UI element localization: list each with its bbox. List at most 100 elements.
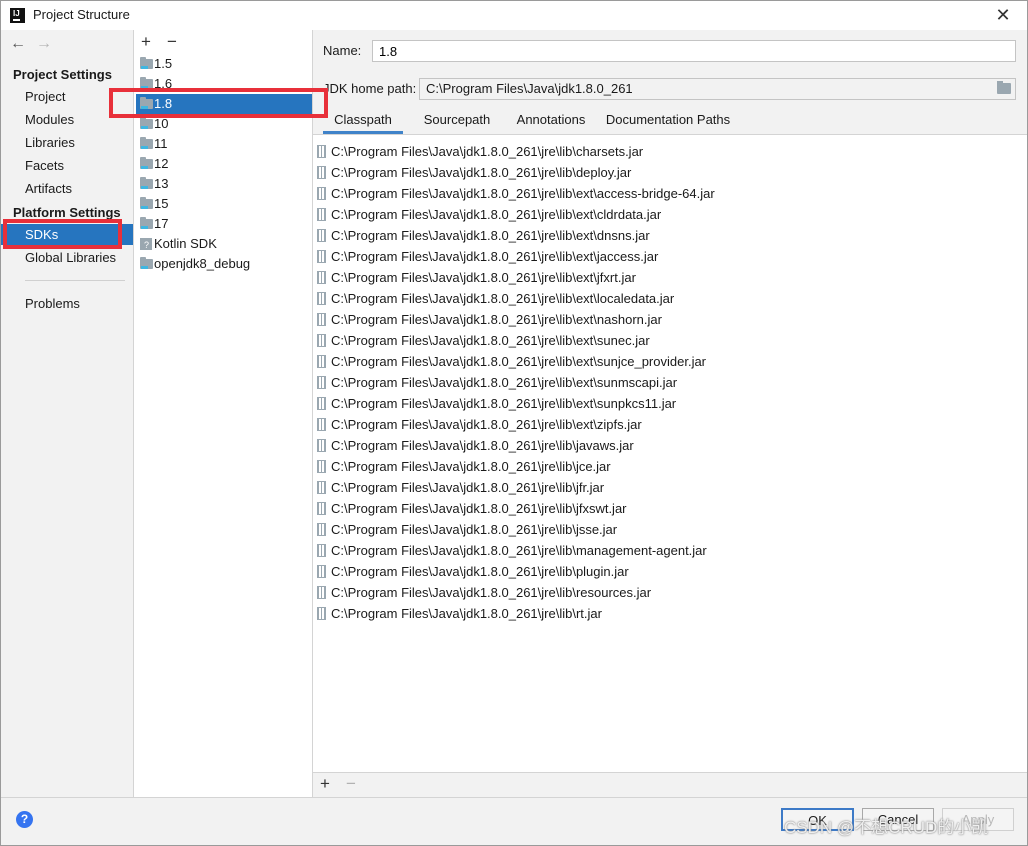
- sdk-item[interactable]: 15: [136, 194, 312, 214]
- jar-file-icon: [317, 418, 326, 431]
- jdk-folder-icon: [140, 117, 153, 129]
- classpath-path: C:\Program Files\Java\jdk1.8.0_261\jre\l…: [331, 438, 634, 453]
- classpath-item[interactable]: C:\Program Files\Java\jdk1.8.0_261\jre\l…: [313, 351, 1027, 372]
- classpath-path: C:\Program Files\Java\jdk1.8.0_261\jre\l…: [331, 312, 662, 327]
- sdk-item[interactable]: 12: [136, 154, 312, 174]
- classpath-item[interactable]: C:\Program Files\Java\jdk1.8.0_261\jre\l…: [313, 309, 1027, 330]
- classpath-path: C:\Program Files\Java\jdk1.8.0_261\jre\l…: [331, 459, 611, 474]
- classpath-item[interactable]: C:\Program Files\Java\jdk1.8.0_261\jre\l…: [313, 288, 1027, 309]
- classpath-path: C:\Program Files\Java\jdk1.8.0_261\jre\l…: [331, 606, 602, 621]
- remove-sdk-button[interactable]: −: [167, 32, 193, 52]
- classpath-path: C:\Program Files\Java\jdk1.8.0_261\jre\l…: [331, 375, 678, 390]
- intellij-logo-icon: IJ: [10, 8, 25, 23]
- classpath-item[interactable]: C:\Program Files\Java\jdk1.8.0_261\jre\l…: [313, 246, 1027, 267]
- help-icon[interactable]: ?: [16, 811, 33, 828]
- classpath-toolbar: + −: [313, 772, 1027, 797]
- sidebar-divider: [25, 280, 125, 281]
- classpath-item[interactable]: C:\Program Files\Java\jdk1.8.0_261\jre\l…: [313, 456, 1027, 477]
- close-icon[interactable]: ✕: [994, 5, 1012, 25]
- sdk-item[interactable]: Kotlin SDK: [136, 234, 312, 255]
- jar-file-icon: [317, 145, 326, 158]
- jar-file-icon: [317, 544, 326, 557]
- classpath-item[interactable]: C:\Program Files\Java\jdk1.8.0_261\jre\l…: [313, 372, 1027, 393]
- classpath-item[interactable]: C:\Program Files\Java\jdk1.8.0_261\jre\l…: [313, 519, 1027, 540]
- add-sdk-button[interactable]: +: [141, 32, 167, 52]
- classpath-item[interactable]: C:\Program Files\Java\jdk1.8.0_261\jre\l…: [313, 225, 1027, 246]
- tab-sourcepath[interactable]: Sourcepath: [410, 108, 504, 134]
- sdk-item-label: 10: [154, 116, 169, 131]
- classpath-path: C:\Program Files\Java\jdk1.8.0_261\jre\l…: [331, 165, 632, 180]
- jdk-folder-icon: [140, 257, 153, 269]
- back-arrow-icon[interactable]: ←: [10, 35, 36, 53]
- jar-file-icon: [317, 376, 326, 389]
- sidebar-item-modules[interactable]: Modules: [1, 109, 133, 130]
- jar-file-icon: [317, 187, 326, 200]
- remove-classpath-button[interactable]: −: [346, 774, 356, 794]
- sdk-item[interactable]: 1.5: [136, 54, 312, 74]
- settings-sidebar: ← → Project Settings Project Modules Libr…: [1, 30, 133, 797]
- sidebar-item-sdks[interactable]: SDKs: [1, 224, 133, 245]
- nav-arrows: ← →: [10, 35, 62, 53]
- classpath-item[interactable]: C:\Program Files\Java\jdk1.8.0_261\jre\l…: [313, 183, 1027, 204]
- classpath-path: C:\Program Files\Java\jdk1.8.0_261\jre\l…: [331, 228, 650, 243]
- watermark: CSDN @不想CRUD的小凯: [784, 818, 989, 837]
- platform-settings-header: Platform Settings: [13, 205, 121, 220]
- jar-file-icon: [317, 313, 326, 326]
- jdk-folder-icon: [140, 57, 153, 69]
- classpath-path: C:\Program Files\Java\jdk1.8.0_261\jre\l…: [331, 480, 605, 495]
- classpath-path: C:\Program Files\Java\jdk1.8.0_261\jre\l…: [331, 585, 652, 600]
- classpath-item[interactable]: C:\Program Files\Java\jdk1.8.0_261\jre\l…: [313, 435, 1027, 456]
- classpath-item[interactable]: C:\Program Files\Java\jdk1.8.0_261\jre\l…: [313, 582, 1027, 603]
- jar-file-icon: [317, 523, 326, 536]
- classpath-item[interactable]: C:\Program Files\Java\jdk1.8.0_261\jre\l…: [313, 267, 1027, 288]
- classpath-path: C:\Program Files\Java\jdk1.8.0_261\jre\l…: [331, 291, 675, 306]
- sidebar-item-project[interactable]: Project: [1, 86, 133, 107]
- sidebar-item-libraries[interactable]: Libraries: [1, 132, 133, 153]
- classpath-item[interactable]: C:\Program Files\Java\jdk1.8.0_261\jre\l…: [313, 603, 1027, 624]
- classpath-path: C:\Program Files\Java\jdk1.8.0_261\jre\l…: [331, 396, 677, 411]
- classpath-list: C:\Program Files\Java\jdk1.8.0_261\jre\l…: [313, 135, 1027, 772]
- classpath-path: C:\Program Files\Java\jdk1.8.0_261\jre\l…: [331, 333, 650, 348]
- sidebar-item-facets[interactable]: Facets: [1, 155, 133, 176]
- classpath-item[interactable]: C:\Program Files\Java\jdk1.8.0_261\jre\l…: [313, 561, 1027, 582]
- classpath-item[interactable]: C:\Program Files\Java\jdk1.8.0_261\jre\l…: [313, 204, 1027, 225]
- sdk-item[interactable]: 10: [136, 114, 312, 134]
- sdk-item-selected[interactable]: 1.8: [136, 94, 312, 114]
- classpath-item[interactable]: C:\Program Files\Java\jdk1.8.0_261\jre\l…: [313, 141, 1027, 162]
- add-classpath-button[interactable]: +: [320, 774, 330, 794]
- classpath-path: C:\Program Files\Java\jdk1.8.0_261\jre\l…: [331, 417, 642, 432]
- jar-file-icon: [317, 439, 326, 452]
- tab-documentation-paths[interactable]: Documentation Paths: [599, 108, 737, 134]
- sidebar-item-problems[interactable]: Problems: [1, 293, 133, 314]
- jdk-folder-icon: [140, 157, 153, 169]
- forward-arrow-icon[interactable]: →: [36, 35, 62, 53]
- sidebar-item-artifacts[interactable]: Artifacts: [1, 178, 133, 199]
- sdk-item[interactable]: openjdk8_debug: [136, 254, 312, 274]
- jdk-home-path-value: C:\Program Files\Java\jdk1.8.0_261: [426, 81, 633, 96]
- jar-file-icon: [317, 250, 326, 263]
- sidebar-item-global-libraries[interactable]: Global Libraries: [1, 247, 133, 268]
- classpath-path: C:\Program Files\Java\jdk1.8.0_261\jre\l…: [331, 186, 715, 201]
- browse-folder-icon[interactable]: [997, 81, 1011, 94]
- sdk-item[interactable]: 13: [136, 174, 312, 194]
- classpath-item[interactable]: C:\Program Files\Java\jdk1.8.0_261\jre\l…: [313, 330, 1027, 351]
- sdk-name-input[interactable]: [372, 40, 1016, 62]
- tab-annotations[interactable]: Annotations: [505, 108, 597, 134]
- sdk-item[interactable]: 1.6: [136, 74, 312, 94]
- sdk-item-label: 1.6: [154, 76, 173, 91]
- classpath-item[interactable]: C:\Program Files\Java\jdk1.8.0_261\jre\l…: [313, 393, 1027, 414]
- tab-classpath[interactable]: Classpath: [323, 108, 403, 134]
- classpath-item[interactable]: C:\Program Files\Java\jdk1.8.0_261\jre\l…: [313, 540, 1027, 561]
- jdk-folder-icon: [140, 197, 153, 209]
- classpath-item[interactable]: C:\Program Files\Java\jdk1.8.0_261\jre\l…: [313, 498, 1027, 519]
- sdk-item-label: 17: [154, 216, 169, 231]
- classpath-item[interactable]: C:\Program Files\Java\jdk1.8.0_261\jre\l…: [313, 477, 1027, 498]
- jar-file-icon: [317, 166, 326, 179]
- jar-file-icon: [317, 208, 326, 221]
- jdk-home-path-field[interactable]: C:\Program Files\Java\jdk1.8.0_261: [419, 78, 1016, 100]
- sdk-item[interactable]: 11: [136, 134, 312, 154]
- jar-file-icon: [317, 502, 326, 515]
- classpath-item[interactable]: C:\Program Files\Java\jdk1.8.0_261\jre\l…: [313, 162, 1027, 183]
- classpath-item[interactable]: C:\Program Files\Java\jdk1.8.0_261\jre\l…: [313, 414, 1027, 435]
- sdk-item[interactable]: 17: [136, 214, 312, 234]
